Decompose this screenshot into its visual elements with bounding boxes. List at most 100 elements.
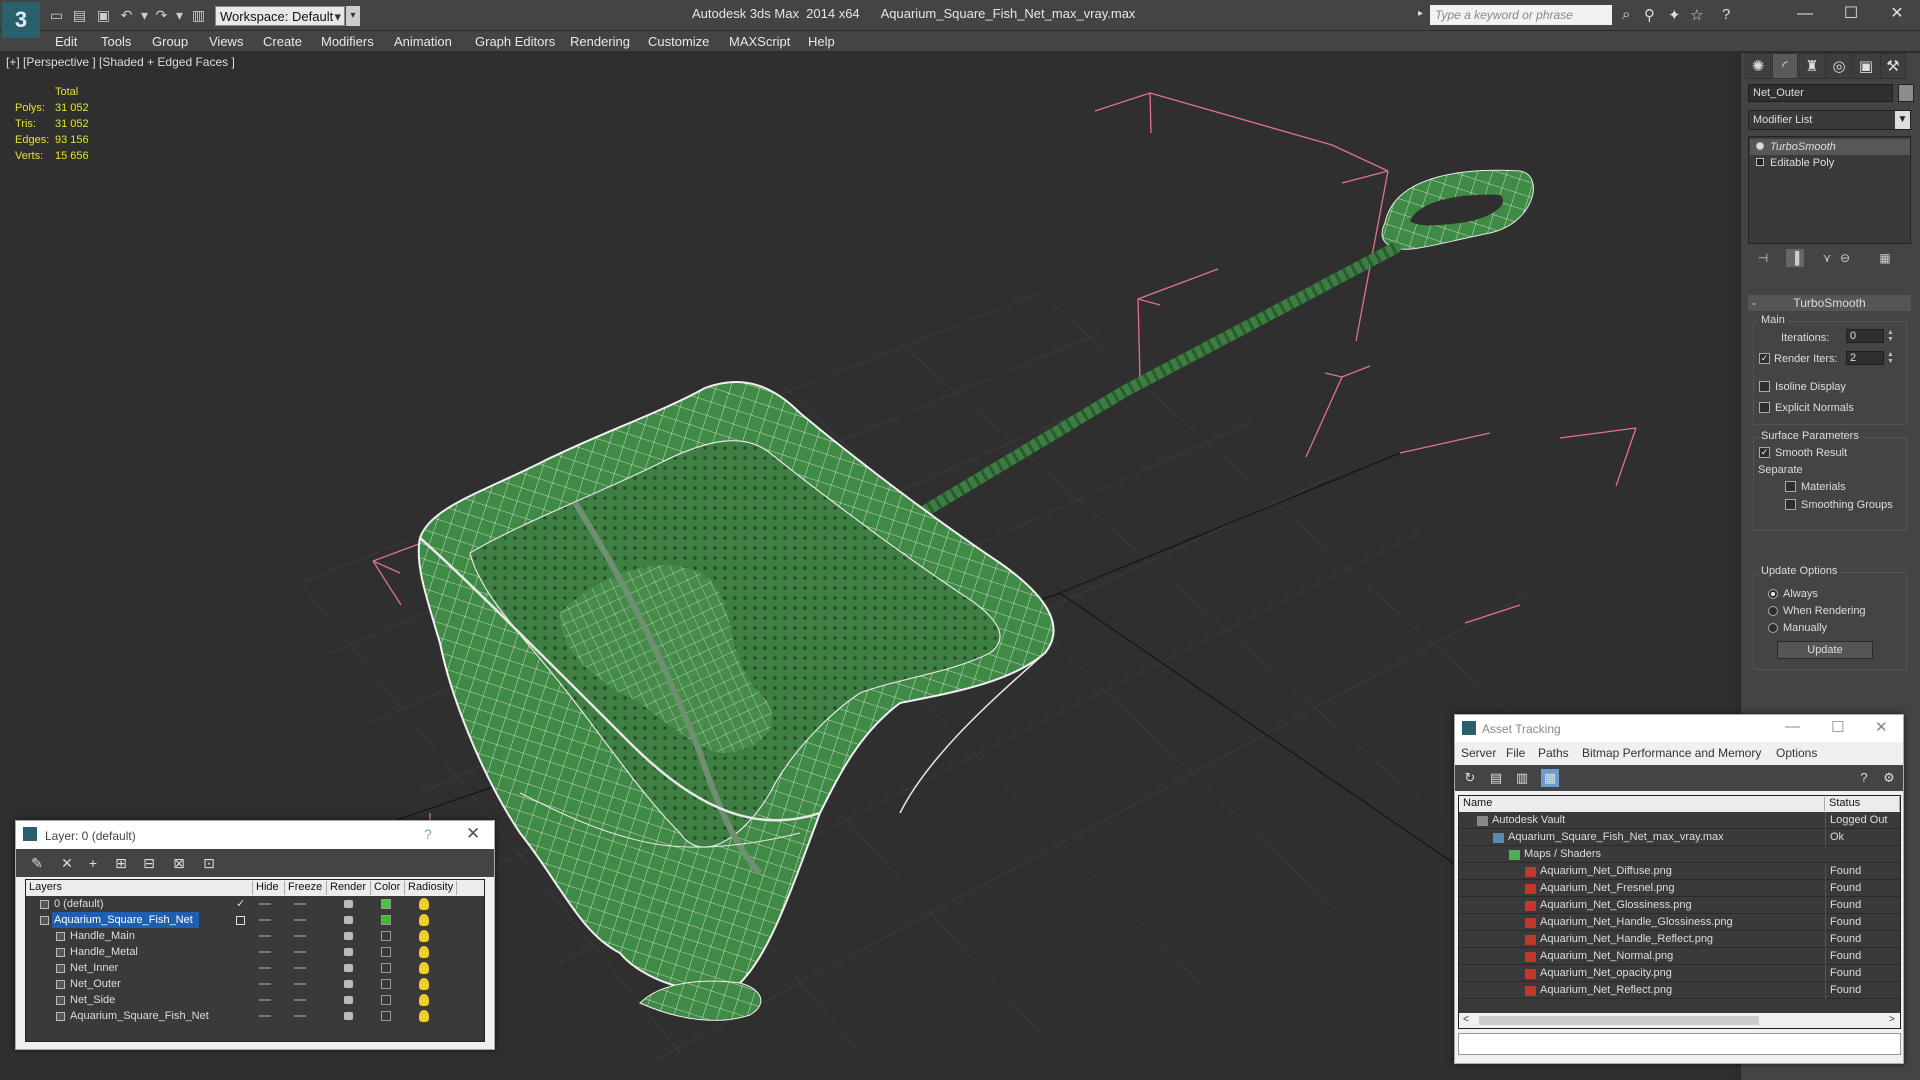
refresh-icon[interactable]: ↻ <box>1461 769 1479 787</box>
project-folder-icon[interactable]: ▥ <box>190 7 207 24</box>
when-rendering-radio[interactable] <box>1768 606 1778 616</box>
stack-item-turbosmooth[interactable]: TurboSmooth <box>1750 139 1910 155</box>
maximize-icon[interactable]: ☐ <box>1831 718 1844 736</box>
freeze-toggle[interactable] <box>294 967 306 969</box>
col-radiosity[interactable]: Radiosity <box>405 881 457 895</box>
asset-row[interactable]: Aquarium_Net_opacity.png Found <box>1459 965 1900 982</box>
redo-dropdown-icon[interactable]: ▾ <box>171 7 188 24</box>
col-freeze[interactable]: Freeze <box>285 881 327 895</box>
minimize-icon[interactable]: — <box>1782 2 1828 26</box>
close-icon[interactable]: ✕ <box>466 824 480 844</box>
asset-row[interactable]: Aquarium_Net_Handle_Reflect.png Found <box>1459 931 1900 948</box>
materials-checkbox[interactable] <box>1785 481 1796 492</box>
layer-row[interactable]: Aquarium_Square_Fish_Net <box>26 912 484 928</box>
explicit-normals-checkbox[interactable] <box>1759 402 1770 413</box>
asset-menu-options[interactable]: Options <box>1776 746 1817 760</box>
freeze-all-layers-icon[interactable]: ⊡ <box>200 854 218 872</box>
spinner-arrows-icon[interactable]: ▲ ▼ <box>1886 329 1895 343</box>
pin-stack-icon[interactable]: ⊣ <box>1754 249 1772 267</box>
layer-color-swatch[interactable] <box>381 963 391 973</box>
workspace-dropdown[interactable]: Workspace: Default <box>215 6 345 27</box>
menu-views[interactable]: Views <box>209 34 243 49</box>
radiosity-icon[interactable] <box>419 930 429 942</box>
layer-row[interactable]: 0 (default) ✓ <box>26 896 484 912</box>
display-tab-icon[interactable]: ▣ <box>1853 53 1879 79</box>
open-file-icon[interactable]: ▤ <box>71 7 88 24</box>
layer-color-swatch[interactable] <box>381 947 391 957</box>
hide-toggle[interactable] <box>259 1015 271 1017</box>
undo-icon[interactable]: ↶ <box>118 7 135 24</box>
layer-window-titlebar[interactable]: Layer: 0 (default) ? ✕ <box>16 821 494 849</box>
modifier-list-dropdown[interactable]: Modifier List <box>1748 110 1911 130</box>
asset-row[interactable]: Autodesk Vault Logged Out <box>1459 812 1900 829</box>
scroll-right-icon[interactable]: > <box>1889 1014 1895 1025</box>
layer-scrollbar[interactable] <box>26 1027 484 1041</box>
hide-toggle[interactable] <box>259 919 271 921</box>
menu-modifiers[interactable]: Modifiers <box>321 34 374 49</box>
binoculars-icon[interactable]: ⌕ <box>1622 6 1630 23</box>
asset-row[interactable]: Maps / Shaders <box>1459 846 1900 863</box>
redo-icon[interactable]: ↷ <box>153 7 170 24</box>
asset-row[interactable]: Aquarium_Square_Fish_Net_max_vray.max Ok <box>1459 829 1900 846</box>
isoline-display-checkbox[interactable] <box>1759 381 1770 392</box>
list-view-icon[interactable]: ▤ <box>1487 769 1505 787</box>
render-toggle-icon[interactable] <box>344 948 353 956</box>
lightbulb-icon[interactable] <box>1756 142 1764 150</box>
asset-row[interactable]: Aquarium_Net_Glossiness.png Found <box>1459 897 1900 914</box>
always-radio[interactable] <box>1768 589 1778 599</box>
menu-animation[interactable]: Animation <box>394 34 452 49</box>
asset-menu-paths[interactable]: Paths <box>1538 746 1569 760</box>
motion-tab-icon[interactable]: ◎ <box>1826 53 1852 79</box>
layer-color-swatch[interactable] <box>381 899 391 909</box>
minimize-icon[interactable]: — <box>1785 718 1800 735</box>
settings-icon[interactable]: ⚙ <box>1880 769 1898 787</box>
delete-layer-icon[interactable]: ✕ <box>58 854 76 872</box>
menu-create[interactable]: Create <box>263 34 302 49</box>
set-current-layer-icon[interactable] <box>236 916 245 925</box>
new-file-icon[interactable]: ▭ <box>48 7 65 24</box>
col-layers[interactable]: Layers <box>26 881 253 895</box>
layer-row[interactable]: Handle_Metal <box>26 944 484 960</box>
freeze-toggle[interactable] <box>294 935 306 937</box>
render-iters-spinner[interactable]: 2 <box>1846 351 1884 365</box>
render-toggle-icon[interactable] <box>344 916 353 924</box>
radiosity-icon[interactable] <box>419 962 429 974</box>
render-toggle-icon[interactable] <box>344 964 353 972</box>
utilities-tab-icon[interactable]: ⚒ <box>1880 53 1906 79</box>
highlight-layer-icon[interactable]: ⊟ <box>140 854 158 872</box>
subscription-icon[interactable]: ✦ <box>1668 6 1681 24</box>
close-icon[interactable]: ✕ <box>1875 718 1888 736</box>
create-tab-icon[interactable]: ✺ <box>1745 53 1771 79</box>
asset-row[interactable]: Aquarium_Net_Reflect.png Found <box>1459 982 1900 999</box>
asset-menu-file[interactable]: File <box>1506 746 1525 760</box>
active-layer-check-icon[interactable]: ✓ <box>236 896 245 912</box>
menu-graph-editors[interactable]: Graph Editors <box>475 34 555 49</box>
asset-horizontal-scrollbar[interactable]: < > <box>1459 1013 1900 1028</box>
chevron-down-icon[interactable]: ▼ <box>1895 111 1910 129</box>
render-toggle-icon[interactable] <box>344 900 353 908</box>
menu-edit[interactable]: Edit <box>55 34 77 49</box>
menu-group[interactable]: Group <box>152 34 188 49</box>
expand-toggle-icon[interactable] <box>1756 158 1764 166</box>
show-end-result-icon[interactable]: ▐ <box>1786 249 1804 267</box>
layer-row[interactable]: Net_Side <box>26 992 484 1008</box>
col-name[interactable]: Name <box>1459 797 1825 811</box>
layer-color-swatch[interactable] <box>381 995 391 1005</box>
freeze-toggle[interactable] <box>294 919 306 921</box>
hide-toggle[interactable] <box>259 935 271 937</box>
col-render[interactable]: Render <box>327 881 371 895</box>
hide-all-layers-icon[interactable]: ⊠ <box>170 854 188 872</box>
turbosmooth-rollout-header[interactable]: TurboSmooth <box>1748 295 1911 311</box>
search-help-icon[interactable]: ⚲ <box>1644 6 1655 24</box>
quick-access-dropdown-icon[interactable]: ▾ <box>346 6 360 26</box>
favorites-star-icon[interactable]: ☆ <box>1690 6 1703 24</box>
smooth-result-checkbox[interactable]: ✓ <box>1759 447 1770 458</box>
render-toggle-icon[interactable] <box>344 980 353 988</box>
asset-row[interactable]: Aquarium_Net_Fresnel.png Found <box>1459 880 1900 897</box>
manually-radio[interactable] <box>1768 623 1778 633</box>
menu-customize[interactable]: Customize <box>648 34 709 49</box>
hide-toggle[interactable] <box>259 903 271 905</box>
render-iters-checkbox[interactable]: ✓ <box>1759 353 1770 364</box>
menu-help[interactable]: Help <box>808 34 835 49</box>
render-toggle-icon[interactable] <box>344 932 353 940</box>
